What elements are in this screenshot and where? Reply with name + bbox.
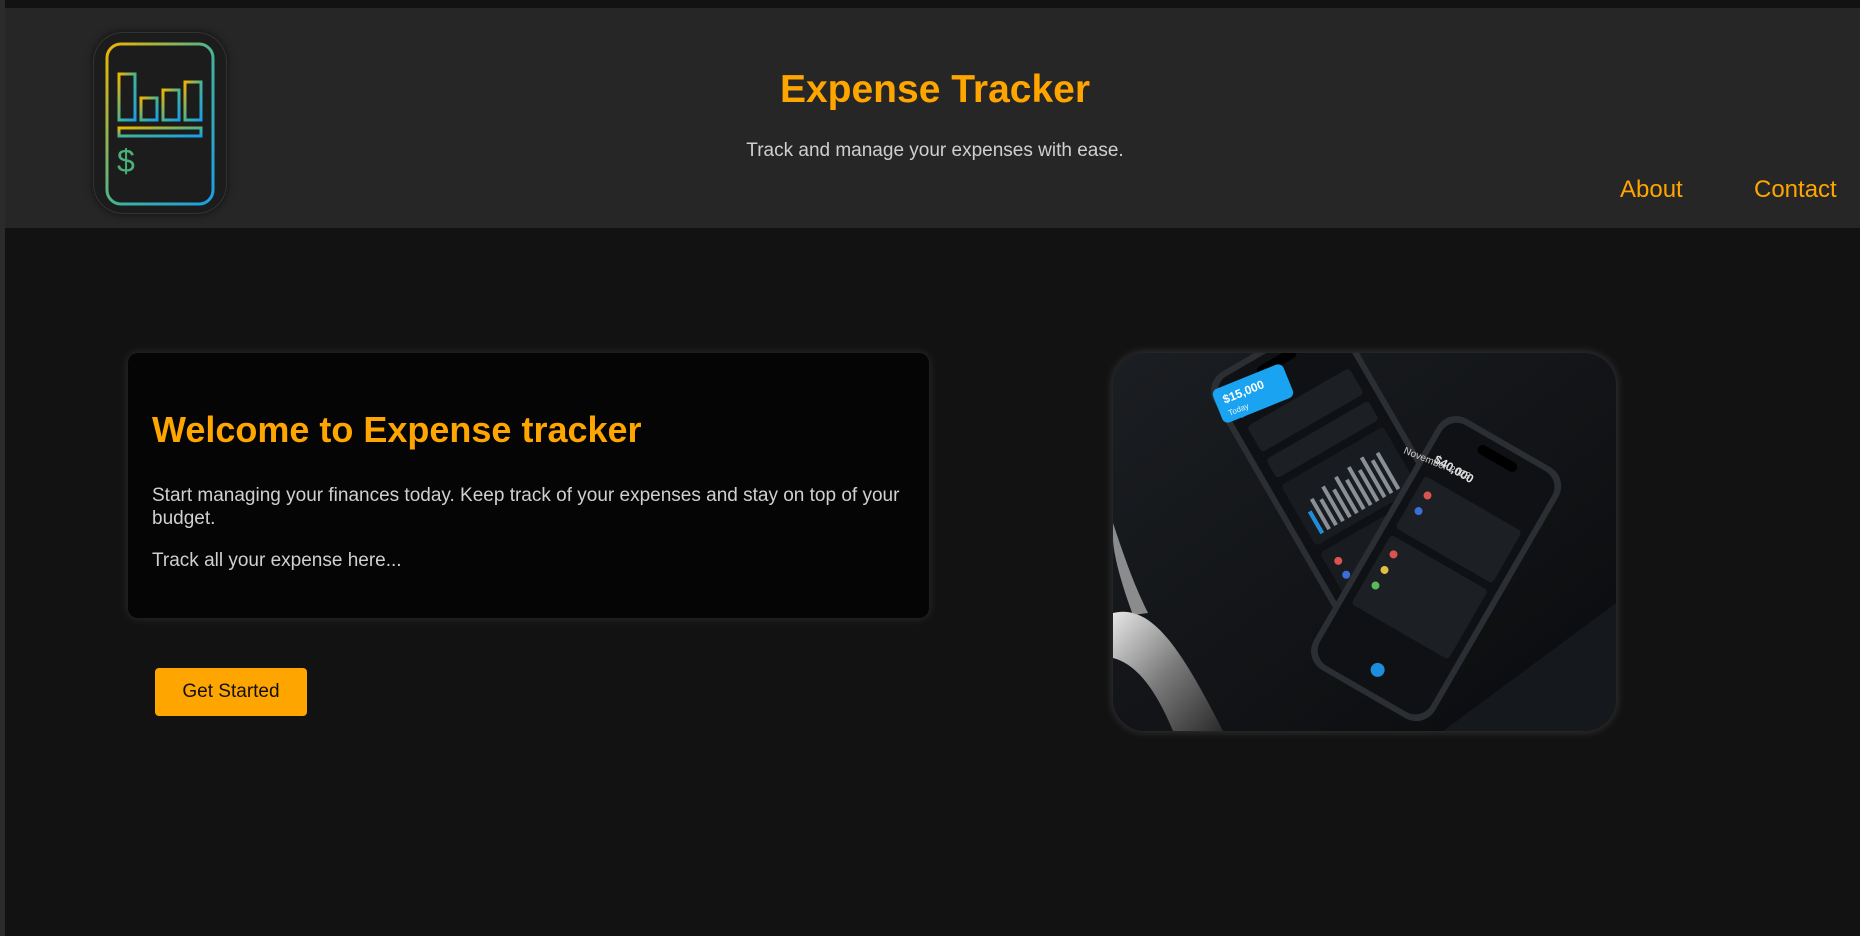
welcome-description: Start managing your finances today. Keep…	[152, 485, 900, 529]
site-tagline: Track and manage your expenses with ease…	[746, 140, 1124, 161]
app-logo[interactable]: $	[93, 32, 227, 214]
expense-report-phone-icon: $	[105, 42, 215, 206]
welcome-note: Track all your expense here...	[152, 550, 402, 571]
nav-link-contact[interactable]: Contact	[1754, 176, 1837, 204]
site-header: $ Expense Tracker Track and manage your …	[5, 8, 1860, 228]
get-started-button[interactable]: Get Started	[155, 668, 307, 716]
welcome-card: Welcome to Expense tracker Start managin…	[128, 353, 929, 618]
site-title: Expense Tracker	[779, 68, 1091, 111]
hero-phones-image: $15,000 Today $40,000 November 2023	[1113, 353, 1616, 731]
welcome-title: Welcome to Expense tracker	[152, 409, 642, 450]
page: $ Expense Tracker Track and manage your …	[0, 0, 1860, 936]
nav-link-about[interactable]: About	[1620, 176, 1683, 204]
